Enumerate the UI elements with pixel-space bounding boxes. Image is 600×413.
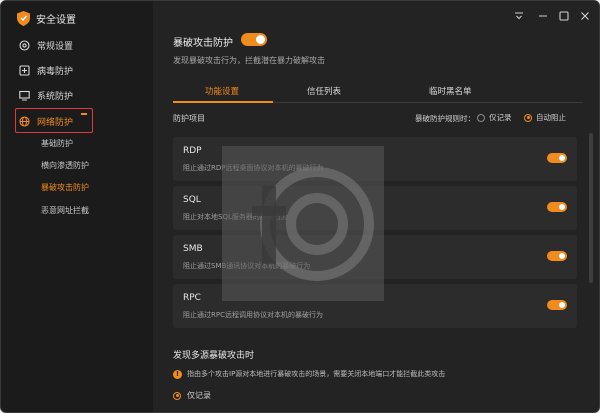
tab-trust-list[interactable]: 信任列表 <box>307 85 341 97</box>
card-name: RPC <box>183 293 201 303</box>
sub-item-malicious-url[interactable]: 恶意网址拦截 <box>41 204 89 218</box>
radio-multi-source-log[interactable]: 仅记录 <box>173 390 211 401</box>
card-name: RDP <box>183 146 202 156</box>
app-title: 安全设置 <box>36 14 76 26</box>
rpc-toggle[interactable] <box>547 300 567 310</box>
section-title: 发现多源暴破攻击时 <box>173 351 255 361</box>
protection-label: 防护项目 <box>173 114 205 123</box>
sub-item-basic[interactable]: 基础防护 <box>41 137 73 151</box>
sql-toggle[interactable] <box>547 202 567 212</box>
app-title-bar: 安全设置 <box>17 9 76 27</box>
card-description: 阻止对本地SQL服务器的暴破行为 <box>183 213 288 221</box>
card-description: 阻止通过SMB通讯协议对本机的暴破行为 <box>183 262 311 270</box>
sidebar-item-label: 病毒防护 <box>37 66 74 77</box>
sub-item-lateral[interactable]: 横向渗透防护 <box>41 159 89 173</box>
info-note: ! 指由多个攻击IP源对本地进行暴破攻击的场景，需要关闭本地端口才能拦截此类攻击 <box>173 369 445 379</box>
tab-bar: 功能设置 信任列表 临时黑名单 <box>173 81 583 103</box>
radio-label: 仅记录 <box>489 113 512 122</box>
shield-logo-icon <box>17 10 30 26</box>
protection-card-rdp: RDP 阻止通过RDP远程桌面协议对本机的暴破行为 <box>173 137 577 181</box>
page-description: 发现暴破攻击行为，拦截潜在暴力破解攻击 <box>173 56 325 65</box>
sidebar-item-virus[interactable]: 病毒防护 <box>19 60 73 80</box>
monitor-icon <box>19 90 30 101</box>
radio-dot <box>524 113 532 122</box>
card-description: 阻止通过RPC远程调用协议对本机的暴破行为 <box>183 311 323 319</box>
settings-window: 安全设置 常规设置 病毒防护 系统防护 网络防护 基础防护 横向渗透防护 暴破攻… <box>0 0 600 413</box>
radio-dot <box>173 391 181 400</box>
rule-label: 暴破防护规则时： <box>415 114 475 123</box>
sidebar-item-label: 系统防护 <box>37 91 74 102</box>
tab-settings[interactable]: 功能设置 <box>205 85 239 97</box>
radio-label: 自动阻止 <box>536 113 566 122</box>
page-title: 暴破攻击防护 <box>173 38 233 49</box>
radio-dot <box>477 113 485 122</box>
radio-auto-block[interactable]: 自动阻止 <box>524 112 566 123</box>
tab-underline <box>173 101 273 103</box>
sidebar: 安全设置 常规设置 病毒防护 系统防护 网络防护 基础防护 横向渗透防护 暴破攻… <box>1 1 153 412</box>
gear-icon <box>19 39 30 51</box>
card-name: SQL <box>183 195 201 205</box>
sub-item-brute-force[interactable]: 暴破攻击防护 <box>41 181 89 195</box>
radio-label: 仅记录 <box>187 391 211 400</box>
brute-force-toggle[interactable] <box>241 33 267 46</box>
tab-blacklist[interactable]: 临时黑名单 <box>429 85 472 97</box>
main-panel: 暴破攻击防护 发现暴破攻击行为，拦截潜在暴力破解攻击 功能设置 信任列表 临时黑… <box>153 1 599 412</box>
sidebar-item-system[interactable]: 系统防护 <box>19 85 73 105</box>
protection-card-rpc: RPC 阻止通过RPC远程调用协议对本机的暴破行为 <box>173 284 577 328</box>
virus-shield-icon <box>19 64 30 76</box>
info-icon: ! <box>173 369 182 379</box>
highlight-box <box>15 108 93 133</box>
card-name: SMB <box>183 244 203 254</box>
rdp-toggle[interactable] <box>547 153 567 163</box>
card-description: 阻止通过RDP远程桌面协议对本机的暴破行为 <box>183 164 324 172</box>
info-text: 指由多个攻击IP源对本地进行暴破攻击的场景，需要关闭本地端口才能拦截此类攻击 <box>187 370 446 378</box>
protection-card-sql: SQL 阻止对本地SQL服务器的暴破行为 <box>173 186 577 230</box>
radio-log-only[interactable]: 仅记录 <box>477 112 512 123</box>
sidebar-item-label: 常规设置 <box>37 41 74 52</box>
smb-toggle[interactable] <box>547 251 567 261</box>
sidebar-item-general[interactable]: 常规设置 <box>19 35 73 55</box>
collapse-icon[interactable] <box>81 113 87 115</box>
protection-card-smb: SMB 阻止通过SMB通讯协议对本机的暴破行为 <box>173 235 577 279</box>
scrollbar[interactable] <box>589 133 593 283</box>
